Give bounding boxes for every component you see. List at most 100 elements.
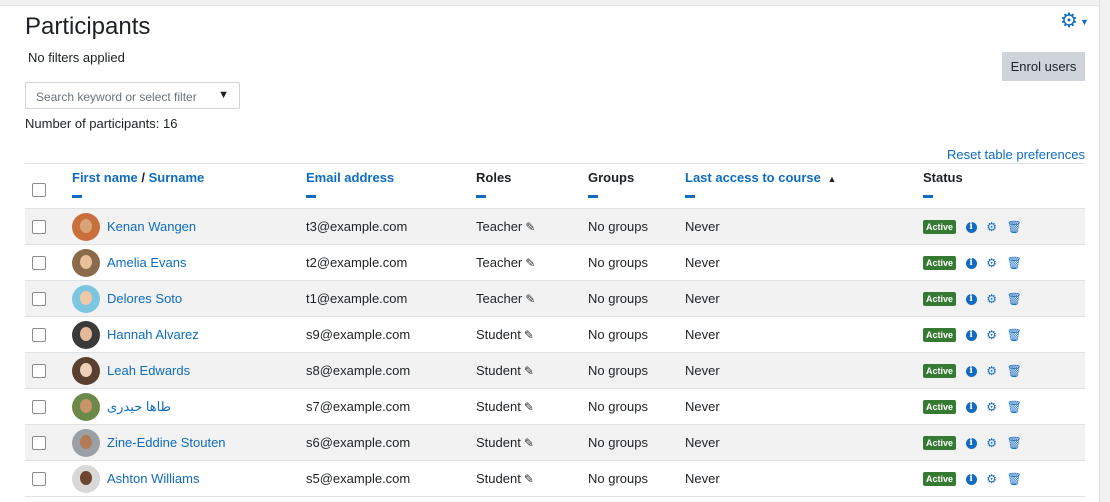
gear-icon[interactable]: ⚙ <box>986 400 997 414</box>
edit-role-icon[interactable]: ✎ <box>524 436 534 450</box>
info-icon[interactable]: i <box>965 365 977 377</box>
groups-cell: No groups <box>588 388 685 425</box>
collapse-roles-icon[interactable] <box>476 195 486 198</box>
edit-role-icon[interactable]: ✎ <box>525 220 535 234</box>
user-name-link[interactable]: Kenan Wangen <box>107 219 196 234</box>
sort-last-access[interactable]: Last access to course <box>685 170 821 185</box>
avatar-face <box>80 254 92 269</box>
user-name-link[interactable]: Leah Edwards <box>107 363 190 378</box>
role-label: Teacher <box>476 219 523 234</box>
edit-role-icon[interactable]: ✎ <box>525 292 535 306</box>
role-label: Teacher <box>476 255 523 270</box>
avatar[interactable] <box>72 464 100 493</box>
avatar[interactable] <box>72 284 100 313</box>
user-name-link[interactable]: Delores Soto <box>107 291 182 306</box>
search-filter-input[interactable]: Search keyword or select filter ▼ <box>25 82 240 109</box>
gear-icon[interactable]: ⚙ <box>986 220 997 234</box>
dropdown-arrow-icon[interactable]: ▼ <box>218 89 229 101</box>
name-cell: طاها حيدری <box>72 388 306 425</box>
last-access-cell: Never <box>685 388 923 425</box>
info-icon[interactable]: i <box>965 473 977 485</box>
collapse-groups-icon[interactable] <box>588 195 598 198</box>
info-icon[interactable]: i <box>965 401 977 413</box>
collapse-last-access-icon[interactable] <box>685 195 695 198</box>
gear-icon[interactable]: ⚙ <box>986 292 997 306</box>
avatar[interactable] <box>72 320 100 349</box>
row-checkbox[interactable] <box>32 436 46 451</box>
row-checkbox[interactable] <box>32 472 46 487</box>
row-checkbox[interactable] <box>32 400 46 415</box>
trash-icon[interactable]: 🗑 <box>1007 328 1022 342</box>
gear-icon[interactable]: ⚙ <box>986 364 997 378</box>
status-cell: Active i ⚙ 🗑 <box>923 208 1085 245</box>
user-name-link[interactable]: Amelia Evans <box>107 255 186 270</box>
gear-icon[interactable]: ⚙ <box>986 256 997 270</box>
gear-icon[interactable]: ⚙ <box>986 328 997 342</box>
trash-icon[interactable]: 🗑 <box>1007 292 1022 306</box>
info-icon[interactable]: i <box>965 221 977 233</box>
collapse-name-icon[interactable] <box>72 195 82 198</box>
row-checkbox[interactable] <box>32 328 46 343</box>
sort-first-name[interactable]: First name <box>72 170 138 185</box>
info-icon[interactable]: i <box>965 257 977 269</box>
gear-icon[interactable]: ⚙ <box>986 436 997 450</box>
edit-role-icon[interactable]: ✎ <box>525 256 535 270</box>
scrollbar[interactable] <box>1099 0 1110 502</box>
select-all-checkbox[interactable] <box>32 183 46 197</box>
row-checkbox[interactable] <box>32 364 46 379</box>
edit-role-icon[interactable]: ✎ <box>524 400 534 414</box>
status-cell: Active i ⚙ 🗑 <box>923 424 1085 461</box>
status-cell: Active i ⚙ 🗑 <box>923 388 1085 425</box>
edit-role-icon[interactable]: ✎ <box>524 472 534 486</box>
trash-icon[interactable]: 🗑 <box>1007 400 1022 414</box>
last-access-cell: Never <box>685 208 923 245</box>
user-name-link[interactable]: Zine-Eddine Stouten <box>107 435 226 450</box>
avatar[interactable] <box>72 428 100 457</box>
sort-surname[interactable]: Surname <box>149 170 205 185</box>
roles-cell: Student ✎ <box>476 316 588 353</box>
trash-icon[interactable]: 🗑 <box>1007 220 1022 234</box>
roles-cell: Teacher ✎ <box>476 208 588 245</box>
gear-icon[interactable]: ⚙ <box>986 472 997 486</box>
avatar-face <box>80 434 92 449</box>
roles-cell: Student ✎ <box>476 424 588 461</box>
row-checkbox[interactable] <box>32 220 46 235</box>
avatar[interactable] <box>72 392 100 421</box>
header-last-access: Last access to course ▲ <box>685 163 923 209</box>
edit-role-icon[interactable]: ✎ <box>524 328 534 342</box>
info-icon[interactable]: i <box>965 293 977 305</box>
user-name-link[interactable]: Ashton Williams <box>107 471 199 486</box>
groups-cell: No groups <box>588 208 685 245</box>
collapse-email-icon[interactable] <box>306 195 316 198</box>
select-cell <box>25 208 72 245</box>
edit-role-icon[interactable]: ✎ <box>524 364 534 378</box>
row-checkbox[interactable] <box>32 292 46 307</box>
roles-cell: Teacher ✎ <box>476 280 588 317</box>
trash-icon[interactable]: 🗑 <box>1007 472 1022 486</box>
avatar[interactable] <box>72 356 100 385</box>
roles-label: Roles <box>476 170 512 185</box>
status-badge: Active <box>923 292 957 307</box>
groups-cell: No groups <box>588 352 685 389</box>
trash-icon[interactable]: 🗑 <box>1007 256 1022 270</box>
trash-icon[interactable]: 🗑 <box>1007 364 1022 378</box>
sort-email[interactable]: Email address <box>306 170 394 185</box>
reset-table-preferences-link[interactable]: Reset table preferences <box>947 147 1085 162</box>
info-icon[interactable]: i <box>965 329 977 341</box>
groups-cell: No groups <box>588 244 685 281</box>
enrol-users-button[interactable]: Enrol users <box>1002 52 1085 81</box>
last-access-cell: Never <box>685 460 923 497</box>
collapse-status-icon[interactable] <box>923 195 933 198</box>
user-name-link[interactable]: طاها حيدری <box>107 399 171 415</box>
user-name-link[interactable]: Hannah Alvarez <box>107 327 199 342</box>
name-cell: Delores Soto <box>72 280 306 317</box>
settings-menu[interactable]: ⚙ ▼ <box>1060 8 1089 33</box>
gear-icon: ⚙ <box>1060 10 1078 32</box>
trash-icon[interactable]: 🗑 <box>1007 436 1022 450</box>
avatar[interactable] <box>72 248 100 277</box>
row-checkbox[interactable] <box>32 256 46 271</box>
groups-cell: No groups <box>588 316 685 353</box>
avatar[interactable] <box>72 212 100 241</box>
status-badge: Active <box>923 328 957 343</box>
info-icon[interactable]: i <box>965 437 977 449</box>
